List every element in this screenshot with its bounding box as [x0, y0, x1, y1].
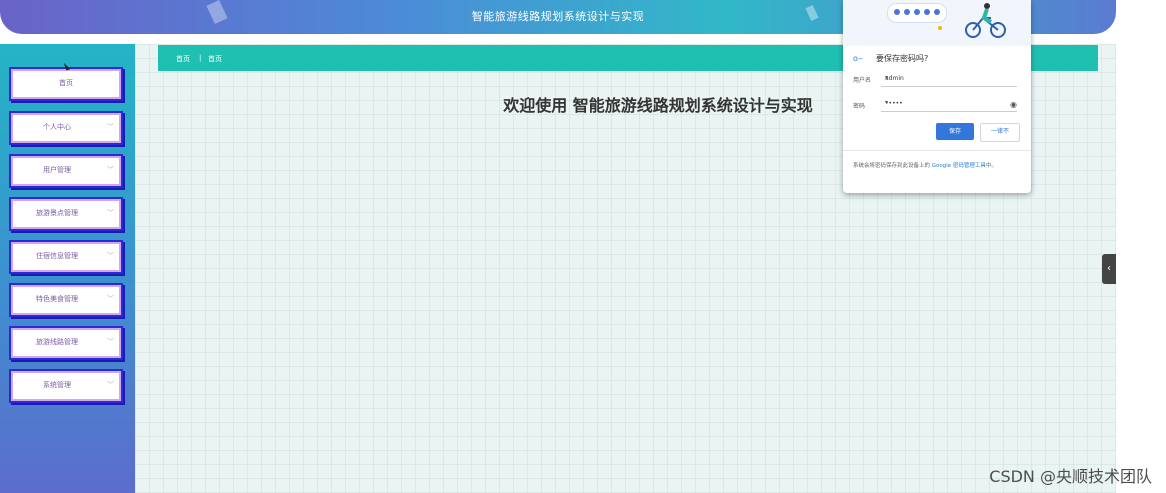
cyclist-illustration-icon: [938, 3, 1006, 38]
save-button[interactable]: 保存: [936, 123, 974, 140]
chevron-down-icon: ﹀: [107, 381, 114, 389]
sidebar-item-label: 旅游线路管理: [36, 338, 78, 346]
sidebar-item-system[interactable]: 系统管理 ﹀: [9, 369, 123, 403]
breadcrumb-separator: |: [199, 54, 202, 62]
collapse-panel-button[interactable]: ‹: [1102, 254, 1116, 284]
sidebar-item-attractions[interactable]: 旅游景点管理 ﹀: [9, 197, 123, 231]
divider: [843, 150, 1031, 151]
breadcrumb-home[interactable]: 首页: [176, 54, 190, 64]
dialog-title: 要保存密码吗?: [876, 54, 929, 63]
dialog-illustration: [843, 0, 1031, 46]
sidebar-item-routes[interactable]: 旅游线路管理 ﹀: [9, 326, 123, 360]
password-label: 密码: [853, 103, 866, 110]
password-manager-link[interactable]: Google 密码管理工具: [932, 163, 986, 169]
watermark: CSDN @央顺技术团队: [989, 467, 1152, 486]
chevron-left-icon: ‹: [1107, 263, 1111, 274]
dropdown-arrow-icon: ▾: [885, 74, 889, 81]
sidebar-item-personal-center[interactable]: 个人中心 ﹀: [9, 111, 123, 145]
sidebar-item-label: 首页: [59, 79, 73, 87]
sidebar-item-label: 旅游景点管理: [36, 209, 78, 217]
username-label: 用户名: [853, 77, 872, 84]
chevron-down-icon: ﹀: [107, 338, 114, 346]
chevron-down-icon: ﹀: [107, 295, 114, 303]
sidebar: 首页 个人中心 ﹀ 用户管理 ﹀ 旅游景点管理 ﹀ 住宿信息管理 ﹀ 特色美食管…: [0, 44, 135, 493]
breadcrumb-current: 首页: [208, 55, 222, 63]
sidebar-item-food[interactable]: 特色美食管理 ﹀: [9, 283, 123, 317]
chevron-down-icon: ﹀: [107, 166, 114, 174]
username-field[interactable]: admin ▾: [881, 72, 1017, 87]
sidebar-item-user-management[interactable]: 用户管理 ﹀: [9, 154, 123, 188]
key-icon: o‒: [853, 54, 863, 63]
footer-text: 系统会将密码保存到此设备上的: [853, 163, 932, 169]
chevron-down-icon: ﹀: [107, 252, 114, 260]
sidebar-item-label: 特色美食管理: [36, 295, 78, 303]
show-password-icon[interactable]: ◉: [1010, 100, 1017, 109]
sidebar-item-label: 住宿信息管理: [36, 252, 78, 260]
dialog-footer: 系统会将密码保存到此设备上的 Google 密码管理工具中。: [853, 161, 1025, 172]
sidebar-item-accommodation[interactable]: 住宿信息管理 ﹀: [9, 240, 123, 274]
never-button[interactable]: 一律不: [980, 123, 1020, 142]
dropdown-arrow-icon: ▾: [885, 99, 889, 106]
chevron-down-icon: ﹀: [107, 209, 114, 217]
footer-suffix: 中。: [985, 163, 997, 169]
chevron-down-icon: ﹀: [107, 123, 114, 131]
sidebar-item-label: 系统管理: [43, 381, 71, 389]
sidebar-item-home[interactable]: 首页: [9, 67, 123, 101]
password-field[interactable]: ••••• ▾: [881, 97, 1017, 112]
save-password-dialog: o‒ 要保存密码吗? 用户名 admin ▾ 密码 ••••• ▾ ◉ 保存 一…: [843, 0, 1031, 193]
app-window: 智能旅游线路规划系统设计与实现 首页 个人中心 ﹀ 用户管理 ﹀ 旅游景点管理 …: [0, 0, 1116, 493]
sidebar-item-label: 个人中心: [43, 123, 71, 131]
sidebar-item-label: 用户管理: [43, 166, 71, 174]
